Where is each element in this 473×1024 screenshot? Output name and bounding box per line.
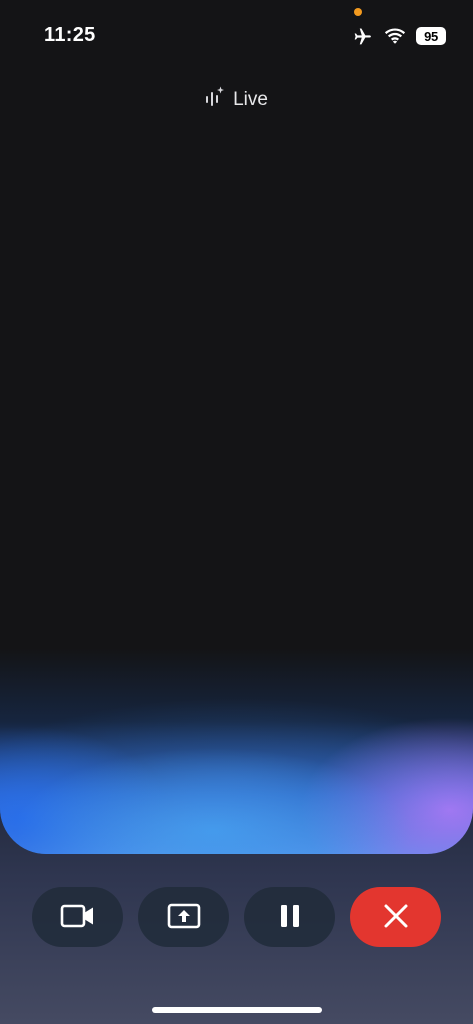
video-camera-icon	[60, 903, 96, 932]
battery-icon: 95	[416, 27, 446, 45]
live-screen: 11:25 95 Live	[0, 0, 473, 1024]
pause-button[interactable]	[244, 887, 335, 947]
wifi-icon	[384, 27, 406, 45]
mic-in-use-indicator	[354, 8, 362, 16]
live-header: Live	[0, 86, 473, 114]
close-icon	[383, 903, 409, 932]
camera-button[interactable]	[32, 887, 123, 947]
live-title: Live	[233, 89, 268, 110]
status-time: 11:25	[44, 24, 96, 46]
call-controls	[32, 887, 441, 947]
share-screen-button[interactable]	[138, 887, 229, 947]
end-button[interactable]	[350, 887, 441, 947]
pause-icon	[278, 903, 302, 932]
home-indicator[interactable]	[152, 1007, 322, 1013]
live-sparkle-icon	[205, 86, 225, 114]
status-icons: 95	[352, 26, 446, 46]
airplane-icon	[352, 26, 374, 46]
voice-visualizer-glow	[0, 560, 473, 854]
screen-share-icon	[167, 903, 201, 932]
